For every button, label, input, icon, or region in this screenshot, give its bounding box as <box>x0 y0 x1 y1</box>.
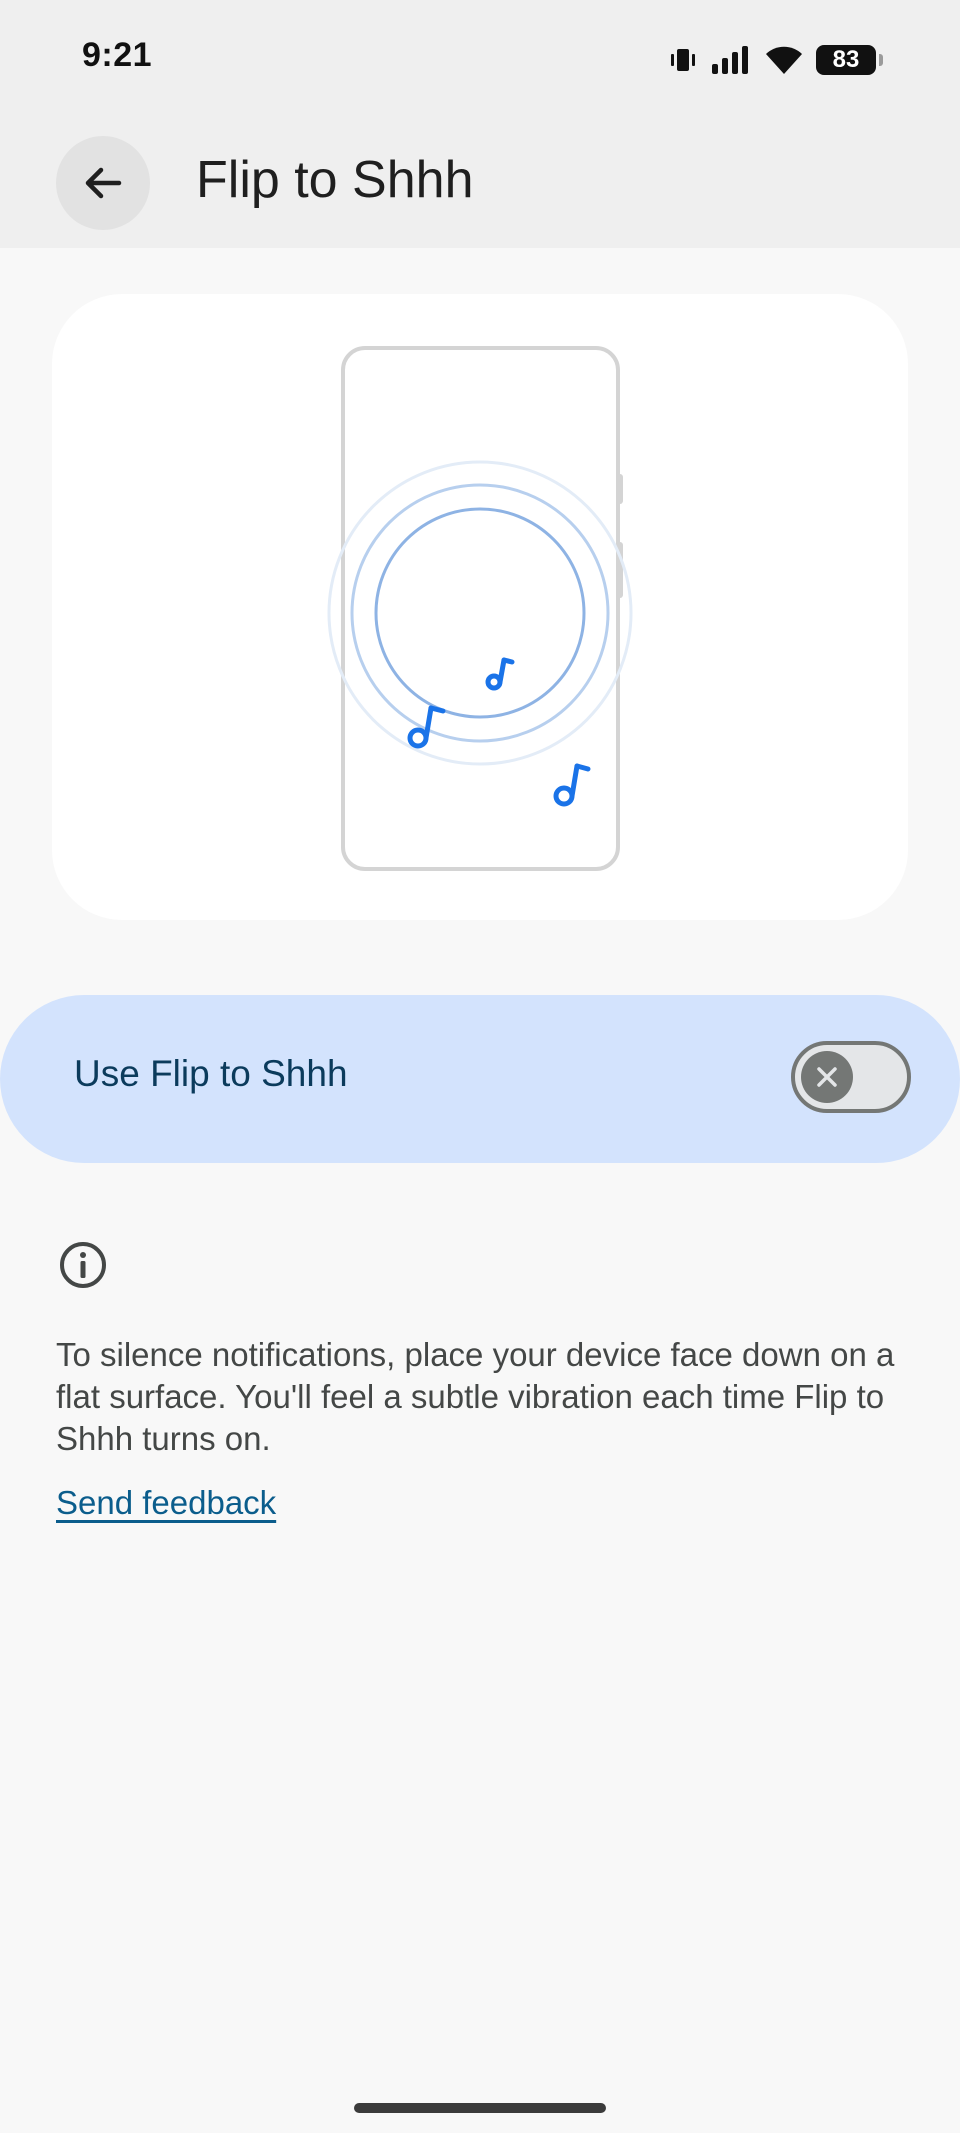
page-title: Flip to Shhh <box>196 151 474 209</box>
home-indicator[interactable] <box>354 2103 606 2113</box>
phone-outline-icon <box>341 346 623 871</box>
status-icons: 83 <box>668 38 883 82</box>
ripple-circles-icon <box>327 460 633 766</box>
battery-icon: 83 <box>816 45 883 75</box>
battery-level: 83 <box>832 46 860 73</box>
wifi-icon <box>766 46 802 74</box>
status-time: 9:21 <box>82 36 153 74</box>
flip-illustration <box>327 346 633 871</box>
arrow-back-icon <box>85 167 122 199</box>
app-bar: Flip to Shhh <box>0 120 960 248</box>
flip-to-shhh-switch[interactable] <box>791 1041 911 1113</box>
signal-icon <box>712 46 748 74</box>
switch-thumb <box>801 1051 853 1103</box>
vibrate-icon <box>671 49 695 71</box>
back-button[interactable] <box>56 136 150 230</box>
toggle-label: Use Flip to Shhh <box>74 1053 348 1094</box>
status-bar: 9:21 83 <box>0 0 960 120</box>
description-text: To silence notifications, place your dev… <box>56 1336 895 1457</box>
close-icon <box>817 1067 837 1087</box>
send-feedback-link[interactable]: Send feedback <box>56 1484 276 1522</box>
info-icon <box>60 1242 106 1288</box>
illustration-card <box>52 294 908 920</box>
use-flip-to-shhh-row[interactable]: Use Flip to Shhh <box>0 995 960 1163</box>
